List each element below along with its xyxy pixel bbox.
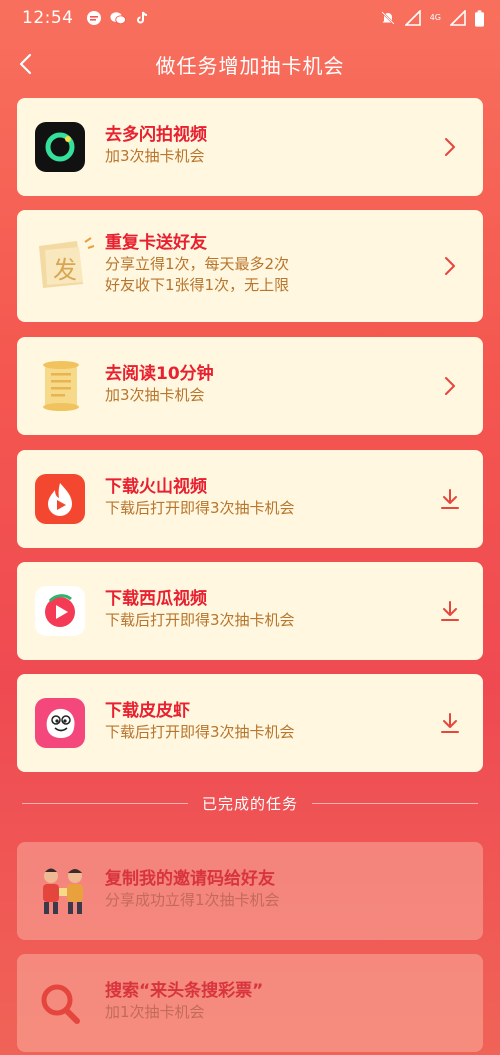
wechat-notification-icon (109, 12, 126, 25)
completed-card-search[interactable]: 搜索“来头条搜彩票” 加1次抽卡机会 (17, 954, 483, 1052)
task-desc: 下载后打开即得3次抽卡机会 (105, 611, 295, 629)
signal-icon-2 (450, 10, 466, 26)
duoshan-app-icon (35, 122, 85, 172)
task-title: 下载皮皮虾 (105, 701, 190, 721)
task-title: 搜索“来头条搜彩票” (105, 981, 264, 1001)
battery-icon (475, 9, 484, 27)
task-title: 去阅读10分钟 (105, 364, 214, 384)
mute-bell-icon (380, 11, 395, 25)
task-card-share-duplicate[interactable]: 发 重复卡送好友 分享立得1次，每天最多2次 好友收下1张得1次，无上限 (17, 210, 483, 322)
task-desc: 加3次抽卡机会 (105, 147, 205, 165)
pipixia-app-icon (35, 698, 85, 748)
scroll-icon (33, 359, 89, 413)
completed-divider: 已完成的任务 (22, 792, 479, 814)
divider-line-left (22, 802, 188, 804)
message-notification-icon (86, 11, 101, 25)
task-desc: 分享成功立得1次抽卡机会 (105, 891, 280, 909)
task-card-duoshan[interactable]: 去多闪拍视频 加3次抽卡机会 (17, 98, 483, 196)
task-title: 下载火山视频 (105, 477, 207, 497)
back-button[interactable] (12, 50, 40, 78)
search-icon (35, 978, 85, 1028)
divider-line-right (312, 802, 479, 804)
task-title: 重复卡送好友 (105, 233, 207, 253)
download-icon (437, 486, 463, 512)
fa-card-icon: 发 (33, 236, 95, 292)
page-title: 做任务增加抽卡机会 (155, 53, 345, 78)
chevron-right-icon (437, 134, 463, 160)
completed-section-label: 已完成的任务 (202, 794, 299, 813)
friends-illustration-icon (31, 862, 95, 920)
task-title: 复制我的邀请码给好友 (105, 869, 275, 889)
task-desc: 分享立得1次，每天最多2次 (105, 255, 290, 273)
status-bar: 12:54 4G (0, 0, 500, 36)
download-icon (437, 710, 463, 736)
xigua-app-icon (35, 586, 85, 636)
task-card-huoshan[interactable]: 下载火山视频 下载后打开即得3次抽卡机会 (17, 450, 483, 548)
chevron-right-icon (437, 373, 463, 399)
task-title: 去多闪拍视频 (105, 125, 207, 145)
task-card-read[interactable]: 去阅读10分钟 加3次抽卡机会 (17, 337, 483, 435)
network-badge: 4G (429, 13, 441, 22)
task-title: 下载西瓜视频 (105, 589, 207, 609)
task-desc-2: 好友收下1张得1次，无上限 (105, 276, 290, 294)
huoshan-app-icon (35, 474, 85, 524)
tiktok-notification-icon (136, 11, 147, 24)
task-desc: 下载后打开即得3次抽卡机会 (105, 499, 295, 517)
status-time: 12:54 (22, 8, 74, 28)
download-icon (437, 598, 463, 624)
task-card-pipixia[interactable]: 下载皮皮虾 下载后打开即得3次抽卡机会 (17, 674, 483, 772)
task-desc: 加1次抽卡机会 (105, 1003, 205, 1021)
task-card-xigua[interactable]: 下载西瓜视频 下载后打开即得3次抽卡机会 (17, 562, 483, 660)
title-bar: 做任务增加抽卡机会 (0, 40, 500, 88)
chevron-right-icon (437, 253, 463, 279)
signal-icon (404, 10, 421, 26)
completed-card-invite[interactable]: 复制我的邀请码给好友 分享成功立得1次抽卡机会 (17, 842, 483, 940)
task-desc: 加3次抽卡机会 (105, 386, 205, 404)
fa-char: 发 (53, 256, 77, 284)
chevron-left-icon (19, 53, 32, 75)
task-desc: 下载后打开即得3次抽卡机会 (105, 723, 295, 741)
